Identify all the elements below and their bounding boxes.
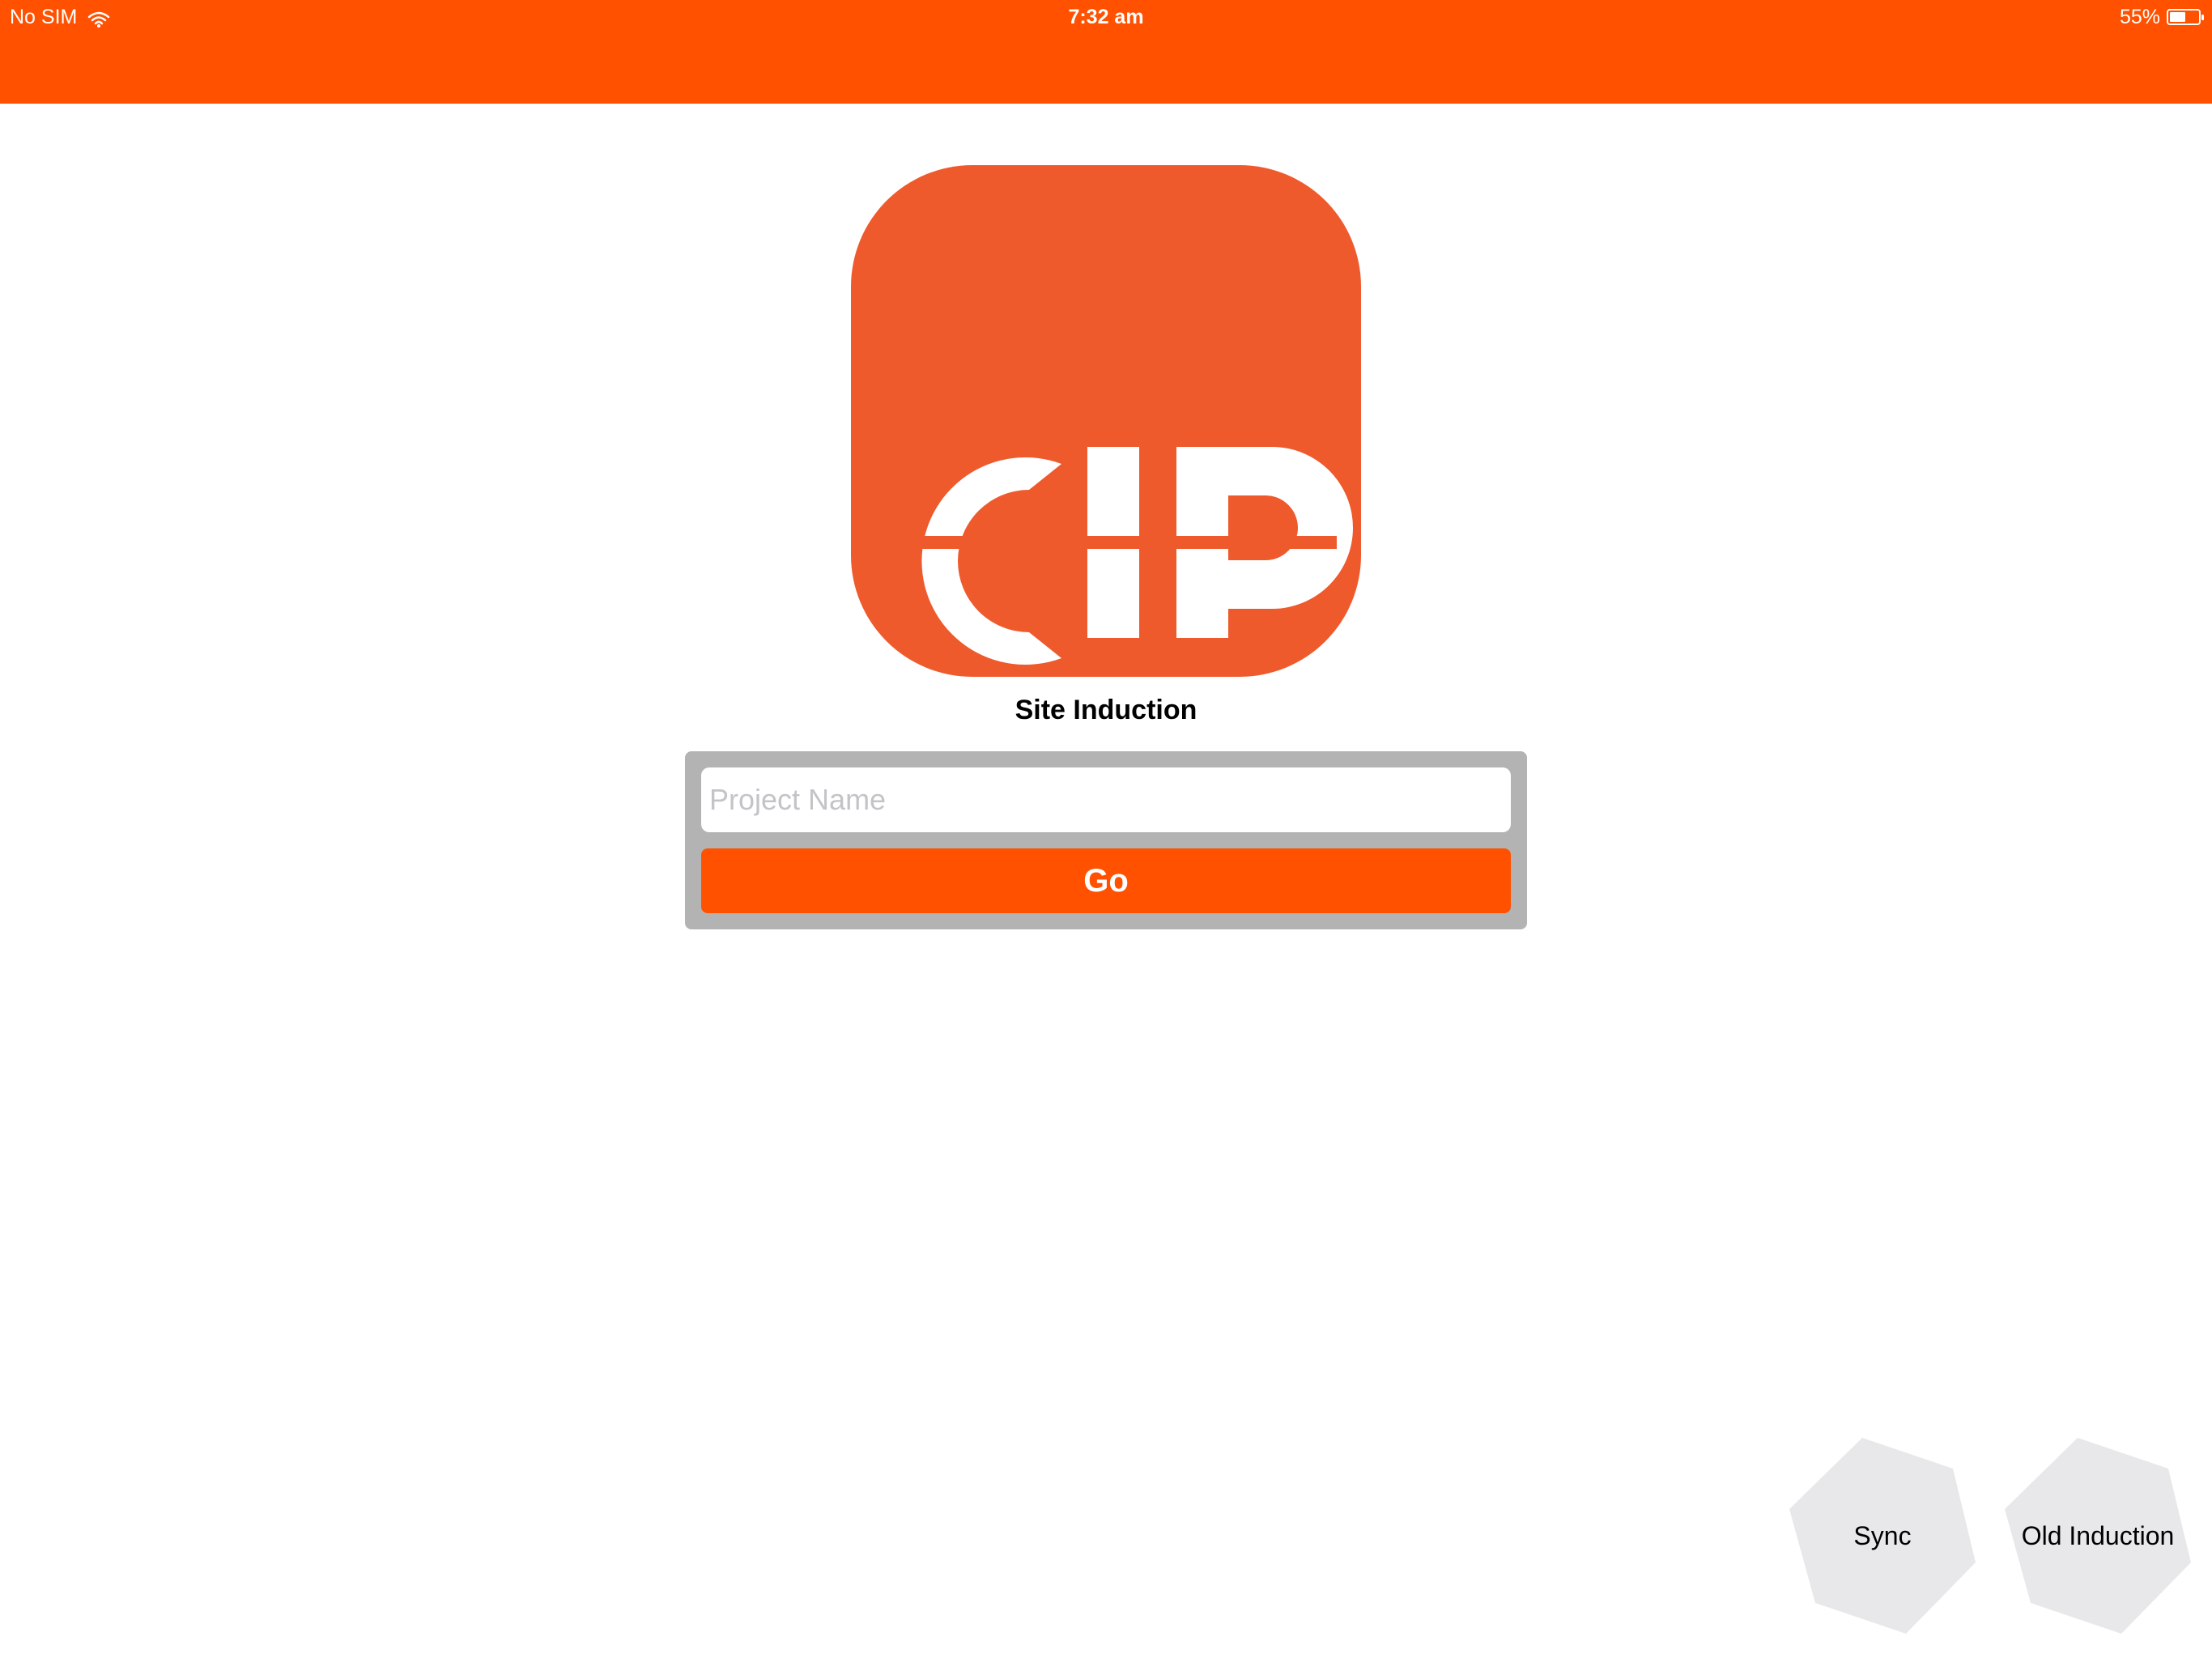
status-right: 55% [2119, 3, 2204, 31]
page-title: Site Induction [1015, 695, 1197, 725]
go-button[interactable]: Go [701, 848, 1511, 913]
battery-icon [2167, 9, 2204, 25]
project-name-input[interactable] [701, 767, 1511, 832]
battery-percent: 55% [2119, 6, 2160, 28]
app-screen: No SIM 7:32 am 55% Site Induction Projec… [0, 0, 2212, 1658]
old-induction-button[interactable]: Old Induction [1997, 1435, 2199, 1637]
top-bar: No SIM 7:32 am 55% [0, 0, 2212, 104]
sync-button[interactable]: Sync [1781, 1435, 1984, 1637]
cip-logo [851, 165, 1361, 677]
sync-label: Sync [1853, 1520, 1912, 1550]
status-time: 7:32 am [1068, 6, 1144, 28]
old-induction-label: Old Induction [2021, 1520, 2175, 1550]
project-form: Go [685, 751, 1527, 929]
